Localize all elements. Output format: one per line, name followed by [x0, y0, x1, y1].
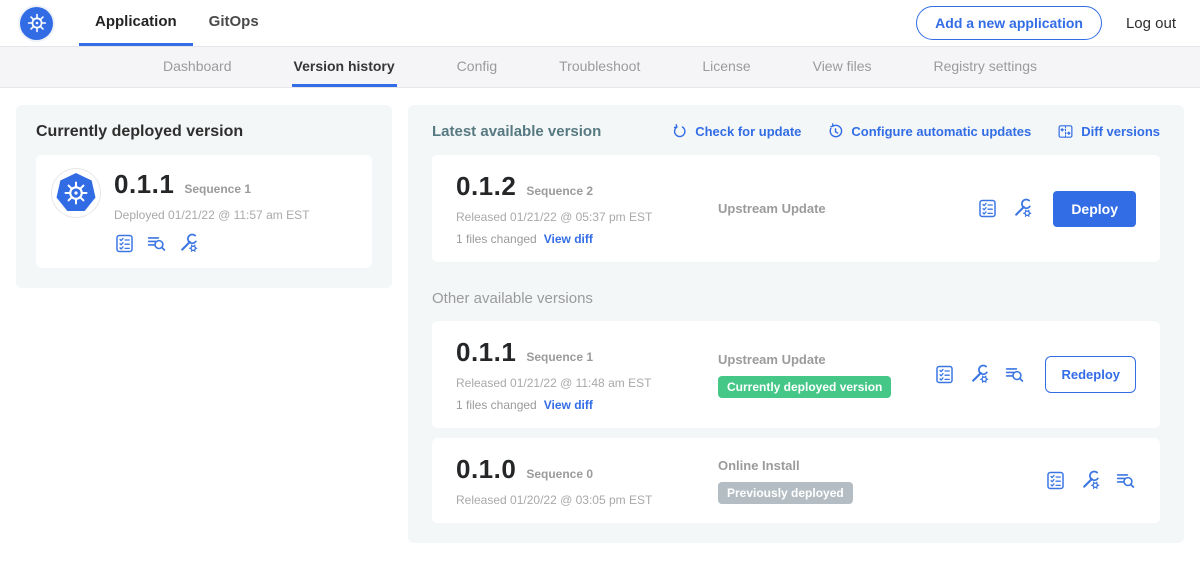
preflight-checklist-icon[interactable]: [934, 364, 955, 385]
subnav-label: Registry settings: [934, 58, 1037, 74]
version-card-0-1-1: 0.1.1 Sequence 1 Released 01/21/22 @ 11:…: [432, 321, 1160, 428]
config-wrench-icon[interactable]: [969, 364, 990, 385]
available-versions-panel: Latest available version Check for updat…: [408, 105, 1184, 543]
app-subnav: Dashboard Version history Config Trouble…: [0, 46, 1200, 88]
subnav-item-view-files[interactable]: View files: [811, 47, 874, 87]
subnav-item-dashboard[interactable]: Dashboard: [161, 47, 234, 87]
subnav-item-config[interactable]: Config: [455, 47, 499, 87]
top-navbar: Application GitOps Add a new application…: [0, 0, 1200, 46]
version-number: 0.1.0: [456, 454, 516, 485]
version-history-page: Currently deployed version 0.1.1 Sequenc…: [0, 88, 1200, 560]
redeploy-button[interactable]: Redeploy: [1045, 356, 1136, 393]
subnav-label: Troubleshoot: [559, 58, 640, 74]
action-label: Diff versions: [1081, 124, 1160, 139]
brand-logo[interactable]: [20, 0, 53, 46]
config-wrench-icon[interactable]: [1080, 470, 1101, 491]
version-card-0-1-2: 0.1.2 Sequence 2 Released 01/21/22 @ 05:…: [432, 155, 1160, 262]
refresh-icon: [671, 123, 688, 140]
subnav-label: View files: [813, 58, 872, 74]
subnav-item-version-history[interactable]: Version history: [292, 47, 397, 87]
action-label: Check for update: [695, 124, 801, 139]
preflight-checklist-icon[interactable]: [977, 198, 998, 219]
tab-application[interactable]: Application: [79, 0, 193, 46]
subnav-label: License: [702, 58, 750, 74]
view-logs-icon[interactable]: [1115, 470, 1136, 491]
action-label: Configure automatic updates: [851, 124, 1031, 139]
view-diff-link[interactable]: View diff: [544, 232, 593, 246]
deployed-version-card: 0.1.1 Sequence 1 Deployed 01/21/22 @ 11:…: [36, 155, 372, 268]
view-logs-icon[interactable]: [1004, 364, 1025, 385]
subnav-label: Dashboard: [163, 58, 232, 74]
config-wrench-icon[interactable]: [178, 233, 199, 254]
version-number: 0.1.2: [456, 171, 516, 202]
check-for-update-link[interactable]: Check for update: [671, 123, 801, 140]
latest-available-title: Latest available version: [432, 123, 601, 140]
preflight-checklist-icon[interactable]: [1045, 470, 1066, 491]
tab-application-label: Application: [95, 13, 177, 30]
subnav-item-troubleshoot[interactable]: Troubleshoot: [557, 47, 642, 87]
add-application-button[interactable]: Add a new application: [916, 6, 1102, 40]
released-timestamp: Released 01/21/22 @ 05:37 pm EST: [456, 210, 718, 224]
sequence-label: Sequence 2: [526, 184, 593, 198]
deploy-button[interactable]: Deploy: [1053, 191, 1136, 227]
previously-deployed-badge: Previously deployed: [718, 482, 853, 504]
currently-deployed-badge: Currently deployed version: [718, 376, 891, 398]
deployed-timestamp: Deployed 01/21/22 @ 11:57 am EST: [114, 208, 309, 222]
config-wrench-icon[interactable]: [1012, 198, 1033, 219]
version-number: 0.1.1: [456, 337, 516, 368]
logout-button[interactable]: Log out: [1126, 15, 1176, 32]
deployed-version-number: 0.1.1: [114, 169, 174, 200]
kubernetes-wheel-icon: [56, 173, 96, 213]
schedule-update-icon: [827, 123, 844, 140]
view-logs-icon[interactable]: [146, 233, 167, 254]
tab-gitops[interactable]: GitOps: [193, 0, 275, 46]
deployed-panel-title: Currently deployed version: [36, 123, 372, 141]
version-source-label: Upstream Update: [718, 201, 977, 216]
kubernetes-wheel-icon: [20, 7, 53, 40]
subnav-item-license[interactable]: License: [700, 47, 752, 87]
files-changed-label: 1 files changed: [456, 398, 537, 412]
sequence-label: Sequence 1: [526, 350, 593, 364]
subnav-label: Version history: [294, 58, 395, 74]
view-diff-link[interactable]: View diff: [544, 398, 593, 412]
files-changed-label: 1 files changed: [456, 232, 537, 246]
diff-versions-link[interactable]: Diff versions: [1057, 123, 1160, 140]
diff-icon: [1057, 123, 1074, 140]
other-versions-title: Other available versions: [432, 290, 1160, 307]
subnav-label: Config: [457, 58, 497, 74]
app-kubernetes-logo: [52, 169, 100, 217]
deployed-sequence-label: Sequence 1: [184, 182, 251, 196]
version-card-0-1-0: 0.1.0 Sequence 0 Released 01/20/22 @ 03:…: [432, 438, 1160, 523]
released-timestamp: Released 01/21/22 @ 11:48 am EST: [456, 376, 718, 390]
currently-deployed-panel: Currently deployed version 0.1.1 Sequenc…: [16, 105, 392, 288]
version-source-label: Online Install: [718, 458, 1045, 473]
tab-gitops-label: GitOps: [209, 13, 259, 30]
sequence-label: Sequence 0: [526, 467, 593, 481]
subnav-item-registry-settings[interactable]: Registry settings: [932, 47, 1039, 87]
configure-automatic-updates-link[interactable]: Configure automatic updates: [827, 123, 1031, 140]
topnav-spacer: [275, 0, 916, 46]
top-tabs: Application GitOps: [79, 0, 275, 46]
version-source-label: Upstream Update: [718, 352, 934, 367]
preflight-checklist-icon[interactable]: [114, 233, 135, 254]
released-timestamp: Released 01/20/22 @ 03:05 pm EST: [456, 493, 718, 507]
